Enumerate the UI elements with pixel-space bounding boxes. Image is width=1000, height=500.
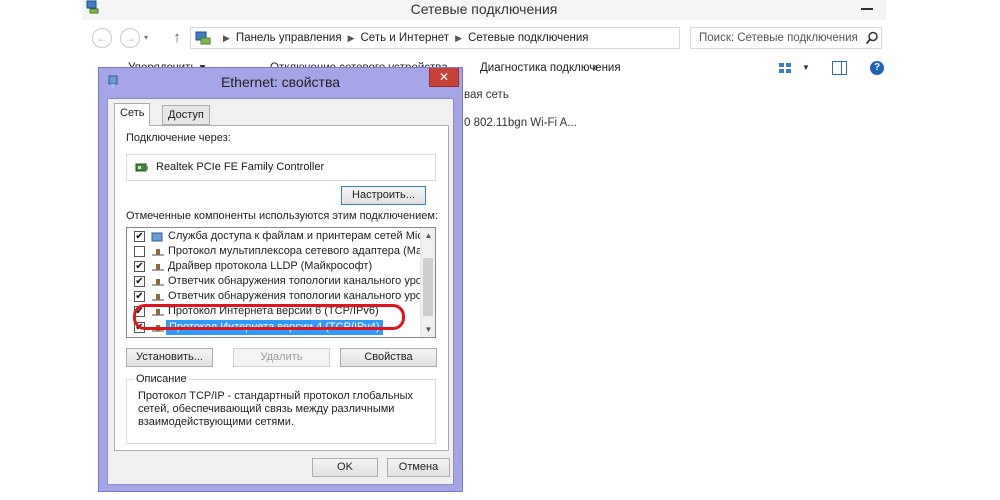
description-legend: Описание: [134, 373, 189, 385]
breadcrumb: ▶ Панель управления ▶ Сеть и Интернет ▶ Сетев…: [217, 28, 589, 48]
protocol-icon: [152, 264, 164, 271]
control-panel-icon: [195, 31, 211, 45]
window-title: Сетевые подключения: [410, 1, 558, 17]
component-label: Драйвер протокола LLDP (Майкрософт): [168, 260, 373, 272]
adapter-name: Realtek PCIe FE Family Controller: [156, 161, 325, 173]
search-icon[interactable]: [865, 31, 879, 45]
breadcrumb-separator-icon: ▶: [455, 33, 462, 43]
dialog-title: Ethernet: свойства: [220, 74, 341, 90]
description-text: Протокол TCP/IP - стандартный протокол г…: [138, 390, 413, 428]
search-input[interactable]: Поиск: Сетевые подключения: [690, 27, 882, 49]
address-bar[interactable]: ▶ Панель управления ▶ Сеть и Интернет ▶ Сетев…: [190, 27, 778, 49]
list-scrollbar[interactable]: ▲ ▼: [420, 228, 435, 337]
list-item[interactable]: ✔ Драйвер протокола LLDP (Майкрософт): [127, 259, 421, 274]
protocol-icon: [152, 279, 164, 286]
scroll-down-arrow-icon[interactable]: ▼: [421, 322, 435, 337]
list-item[interactable]: ✔ Ответчик обнаружения топологии канальн…: [127, 274, 428, 289]
close-button[interactable]: ✕: [429, 68, 459, 87]
back-arrow-icon[interactable]: ←: [92, 28, 112, 48]
network-tab-panel: Подключение через: Realtek PCIe FE Famil…: [114, 125, 449, 451]
up-arrow-icon[interactable]: ↑: [168, 28, 186, 48]
connection-adapter-text: 0 802.11bgn Wi-Fi A...: [464, 117, 577, 129]
recent-locations-chevron-icon[interactable]: ▾: [144, 28, 148, 48]
forward-arrow-icon[interactable]: →: [120, 28, 140, 48]
service-icon: [151, 232, 163, 242]
highlight-ring: [133, 304, 405, 330]
help-icon[interactable]: ?: [870, 61, 884, 75]
protocol-icon: [152, 294, 164, 301]
checkbox[interactable]: ✔: [134, 291, 145, 302]
connect-using-label: Подключение через:: [126, 132, 231, 144]
more-commands-button[interactable]: »: [592, 56, 598, 80]
components-label: Отмеченные компоненты используются этим …: [126, 210, 439, 222]
breadcrumb-network-connections[interactable]: Сетевые подключения: [468, 32, 589, 44]
properties-button[interactable]: Свойства: [340, 348, 437, 367]
list-item[interactable]: ✔ Служба доступа к файлам и принтерам се…: [127, 229, 433, 244]
breadcrumb-separator-icon: ▶: [223, 33, 230, 43]
breadcrumb-network-internet[interactable]: Сеть и Интернет: [361, 32, 450, 44]
scroll-up-arrow-icon[interactable]: ▲: [421, 228, 435, 243]
change-view-icon[interactable]: [778, 61, 792, 75]
search-placeholder: Поиск: Сетевые подключения: [699, 32, 858, 44]
component-label: Протокол мультиплексора сетевого адаптер…: [168, 245, 423, 257]
checkbox[interactable]: ✔: [134, 276, 145, 287]
protocol-icon: [152, 249, 164, 256]
diagnose-connection-button[interactable]: Диагностика подключения: [480, 56, 621, 80]
checkbox[interactable]: [134, 246, 145, 257]
install-button[interactable]: Установить...: [126, 348, 213, 367]
tab-sharing[interactable]: Доступ: [162, 105, 210, 125]
dialog-client-area: Сеть Доступ Подключение через: Realtek P…: [107, 98, 454, 485]
checkbox[interactable]: ✔: [134, 231, 145, 242]
preview-pane-icon[interactable]: [832, 61, 847, 75]
list-item[interactable]: ✔ Ответчик обнаружения топологии канальн…: [127, 289, 428, 304]
remove-button[interactable]: Удалить: [233, 348, 330, 367]
scrollbar-thumb[interactable]: [423, 258, 433, 316]
checkbox[interactable]: ✔: [134, 261, 145, 272]
component-label: Служба доступа к файлам и принтерам сете…: [168, 230, 433, 242]
list-item[interactable]: Протокол мультиплексора сетевого адаптер…: [127, 244, 423, 259]
view-options-chevron-icon[interactable]: ▼: [802, 56, 810, 80]
description-group: Описание Протокол TCP/IP - стандартный п…: [126, 373, 436, 444]
tab-network[interactable]: Сеть: [114, 103, 151, 126]
breadcrumb-control-panel[interactable]: Панель управления: [236, 32, 342, 44]
cancel-button[interactable]: Отмена: [387, 458, 450, 477]
configure-button[interactable]: Настроить...: [341, 186, 426, 205]
adapter-field: Realtek PCIe FE Family Controller: [126, 154, 436, 181]
explorer-titlebar: Сетевые подключения: [82, 0, 886, 20]
connection-type-text: вая сеть: [464, 89, 509, 101]
ethernet-properties-dialog: Ethernet: свойства ✕ Сеть Доступ Подключ…: [98, 67, 463, 492]
component-label: Ответчик обнаружения топологии канальног…: [168, 290, 428, 302]
navigation-bar: ← → ▾ ↑ ▶ Панель управления ▶ Сеть и Интерн…: [82, 24, 886, 52]
network-card-icon: [135, 163, 148, 172]
minimize-button[interactable]: [852, 0, 882, 14]
breadcrumb-separator-icon: ▶: [347, 33, 355, 43]
ok-button[interactable]: OK: [312, 458, 378, 477]
component-label: Ответчик обнаружения топологии канальног…: [168, 275, 428, 287]
